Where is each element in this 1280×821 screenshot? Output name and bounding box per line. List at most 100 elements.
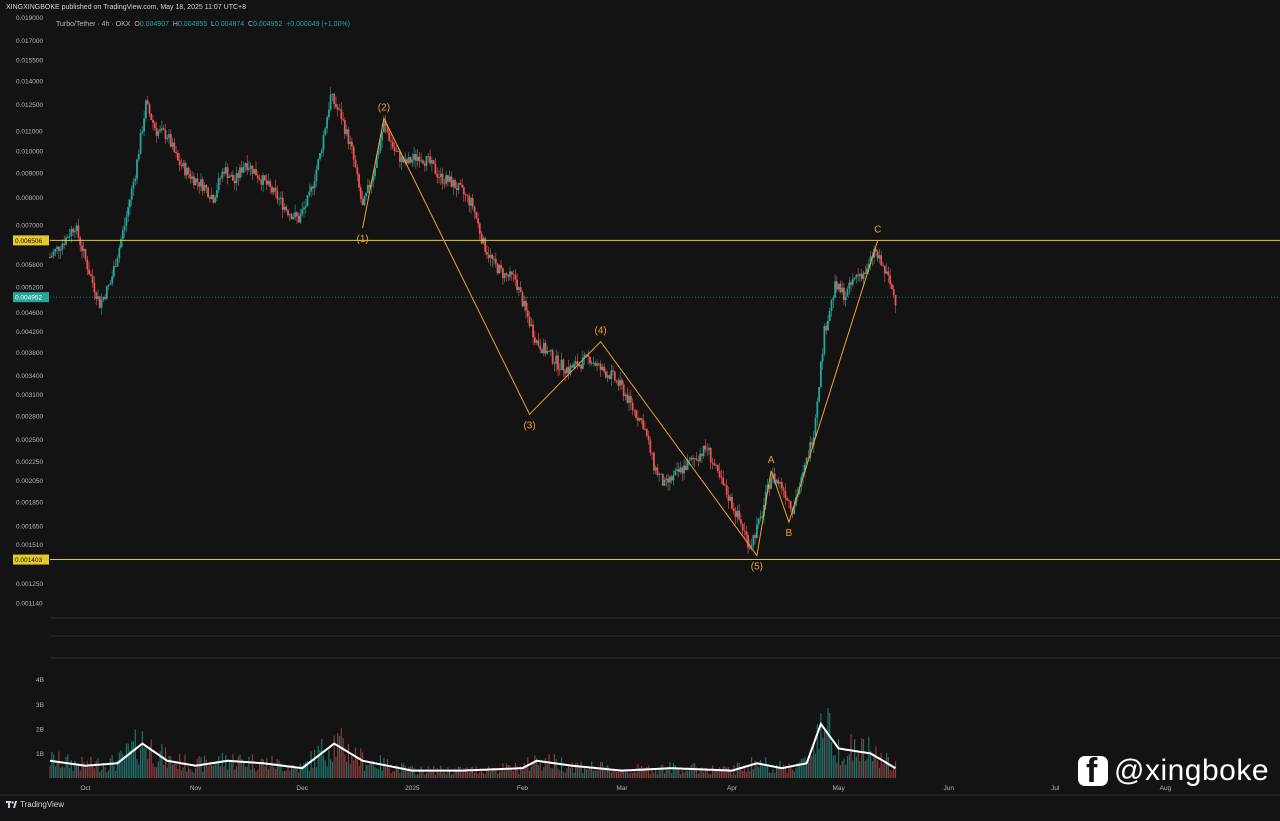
candle[interactable] <box>617 380 620 386</box>
candle[interactable] <box>393 147 396 152</box>
candle[interactable] <box>685 465 687 470</box>
candle[interactable] <box>660 473 662 475</box>
candle[interactable] <box>280 197 282 199</box>
candle[interactable] <box>49 257 51 258</box>
candle[interactable] <box>251 165 254 174</box>
candle[interactable] <box>743 530 746 532</box>
candle[interactable] <box>573 363 575 368</box>
candle[interactable] <box>537 340 540 346</box>
candle[interactable] <box>354 159 357 168</box>
candle[interactable] <box>521 292 524 307</box>
candle[interactable] <box>702 445 705 457</box>
candle[interactable] <box>736 510 739 517</box>
candle[interactable] <box>514 274 517 280</box>
candle[interactable] <box>150 113 153 120</box>
candle[interactable] <box>672 474 675 481</box>
candle[interactable] <box>390 140 392 142</box>
candle[interactable] <box>560 359 563 370</box>
candle[interactable] <box>667 478 669 483</box>
candle[interactable] <box>315 169 318 182</box>
candle[interactable] <box>308 191 311 196</box>
candle[interactable] <box>782 488 785 491</box>
candle[interactable] <box>136 159 138 179</box>
candle[interactable] <box>161 128 163 130</box>
candle[interactable] <box>425 156 428 166</box>
candle[interactable] <box>690 457 693 460</box>
candle[interactable] <box>189 174 192 179</box>
candle[interactable] <box>827 320 829 331</box>
candle[interactable] <box>558 369 561 371</box>
candle[interactable] <box>388 132 391 141</box>
candle[interactable] <box>557 355 559 370</box>
candle[interactable] <box>818 387 820 402</box>
candle[interactable] <box>754 535 756 538</box>
candle[interactable] <box>187 167 190 174</box>
candle[interactable] <box>61 243 64 250</box>
candle[interactable] <box>121 230 124 240</box>
candle[interactable] <box>82 248 85 252</box>
candle[interactable] <box>862 272 865 279</box>
candle[interactable] <box>63 243 66 245</box>
candle[interactable] <box>349 141 352 144</box>
chart[interactable]: 0.019000 0.017000 0.015500 0.014000 0.012500… <box>0 0 1280 816</box>
candle[interactable] <box>512 274 515 275</box>
candle[interactable] <box>454 180 456 189</box>
candle[interactable] <box>312 186 314 189</box>
candle[interactable] <box>645 429 648 436</box>
candle[interactable] <box>100 299 103 308</box>
candle[interactable] <box>320 150 323 154</box>
candle[interactable] <box>551 350 554 364</box>
candle[interactable] <box>361 198 364 206</box>
candle[interactable] <box>539 345 542 350</box>
candle[interactable] <box>878 255 881 259</box>
candle[interactable] <box>486 252 488 255</box>
candle[interactable] <box>301 209 304 214</box>
candle[interactable] <box>830 299 833 311</box>
candle[interactable] <box>695 458 698 461</box>
candle[interactable] <box>756 524 758 538</box>
candle[interactable] <box>716 464 719 471</box>
candle[interactable] <box>493 258 495 260</box>
candle[interactable] <box>145 100 147 119</box>
candle[interactable] <box>677 469 680 472</box>
candle[interactable] <box>200 179 202 187</box>
candle[interactable] <box>494 258 497 264</box>
candle[interactable] <box>141 131 144 133</box>
candle[interactable] <box>757 518 760 525</box>
candle[interactable] <box>77 225 80 238</box>
candle[interactable] <box>303 207 305 210</box>
candle[interactable] <box>839 283 842 293</box>
candle[interactable] <box>528 316 531 327</box>
candle[interactable] <box>883 265 886 274</box>
candle[interactable] <box>491 254 494 259</box>
candle[interactable] <box>324 128 327 135</box>
candle[interactable] <box>278 198 280 200</box>
candle[interactable] <box>326 117 328 129</box>
candle[interactable] <box>420 160 423 162</box>
candle[interactable] <box>638 417 641 421</box>
candle[interactable] <box>654 467 657 471</box>
candle[interactable] <box>860 274 863 279</box>
candle[interactable] <box>644 429 646 430</box>
candle[interactable] <box>411 159 414 163</box>
candle[interactable] <box>102 296 105 300</box>
candle[interactable] <box>70 229 73 237</box>
candle[interactable] <box>649 440 652 453</box>
candle[interactable] <box>415 154 417 161</box>
candle[interactable] <box>287 210 289 216</box>
candle[interactable] <box>713 463 716 466</box>
candle[interactable] <box>855 274 858 278</box>
candle[interactable] <box>88 269 90 275</box>
candle[interactable] <box>246 163 249 170</box>
candle[interactable] <box>892 289 895 296</box>
candle[interactable] <box>835 281 838 290</box>
candle[interactable] <box>294 212 296 218</box>
candle[interactable] <box>441 173 444 184</box>
candle[interactable] <box>432 160 435 165</box>
candle[interactable] <box>107 284 110 287</box>
candle[interactable] <box>400 156 403 162</box>
candle[interactable] <box>196 178 199 183</box>
candle[interactable] <box>478 223 481 234</box>
candle[interactable] <box>377 151 380 155</box>
candle[interactable] <box>109 283 112 285</box>
